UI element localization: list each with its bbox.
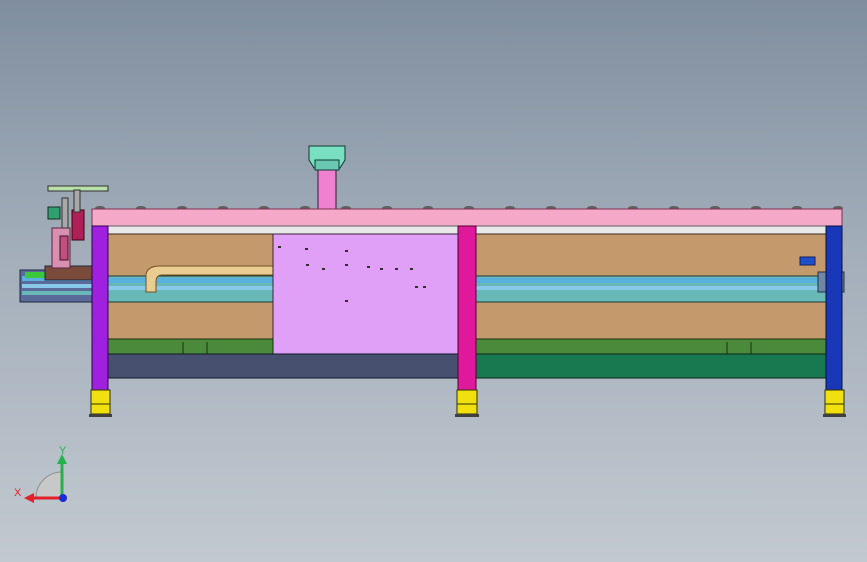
panel-mark xyxy=(322,268,325,270)
leg-left xyxy=(91,225,109,391)
panel-mark xyxy=(345,300,348,302)
panel-mark xyxy=(395,268,398,270)
foot-right xyxy=(823,389,846,417)
triad-plane-icon xyxy=(35,471,63,499)
panel-mark xyxy=(305,248,308,250)
x-axis-label: X xyxy=(14,487,22,499)
leg-right xyxy=(825,225,843,391)
left-body-section xyxy=(107,233,274,340)
panel-mark xyxy=(415,286,418,288)
top-pusher-post xyxy=(308,145,346,211)
panel-mark xyxy=(278,246,281,248)
panel-mark xyxy=(410,268,413,270)
coordinate-triad: Y X xyxy=(14,445,67,503)
y-axis-label: Y xyxy=(59,445,67,457)
right-body-section xyxy=(475,233,845,340)
center-panel xyxy=(272,233,459,357)
panel-mark xyxy=(345,250,348,252)
cad-viewport[interactable]: Y X xyxy=(0,0,867,562)
top-rail xyxy=(91,208,843,227)
panel-mark xyxy=(380,268,383,270)
cad-model-drawing: Y X xyxy=(14,145,846,503)
panel-mark xyxy=(367,266,370,268)
foot-middle xyxy=(455,389,479,417)
panel-mark xyxy=(345,264,348,266)
panel-mark xyxy=(306,264,309,266)
leg-middle xyxy=(457,225,477,391)
z-axis-dot-icon xyxy=(59,494,67,502)
panel-mark xyxy=(423,286,426,288)
foot-left xyxy=(89,389,112,417)
